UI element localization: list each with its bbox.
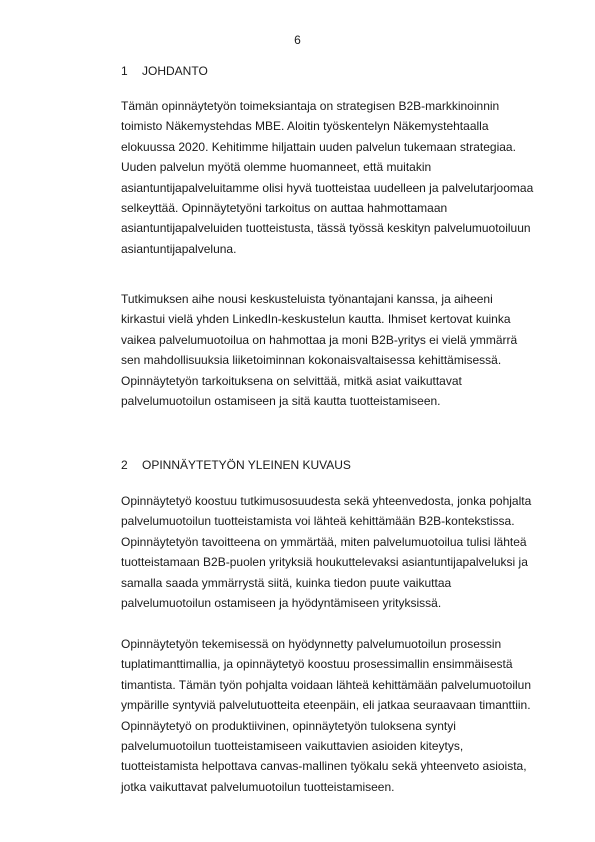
text-line: elokuussa 2020. Kehitimme hiljattain uud… <box>121 139 516 154</box>
text-line: asiantuntijapalveluna. <box>121 241 237 256</box>
text-line: toimisto Näkemystehdas MBE. Aloitin työs… <box>121 119 489 134</box>
text-line: Opinnäytetyön tekemisessä on hyödynnetty… <box>121 637 502 651</box>
text-line: palvelumuotoilun tuotteistamista voi läh… <box>121 514 515 529</box>
paragraph-2-2: Opinnäytetyön tekemisessä on hyödynnetty… <box>121 634 561 797</box>
text-line: vaikea palvelumuotoilua on hahmottaa ja … <box>121 332 518 347</box>
text-line: Opinnäytetyön tavoitteena on ymmärtää, m… <box>121 534 527 549</box>
section-heading-1: 1 JOHDANTO <box>121 64 208 78</box>
text-line: asiantuntijapalveluitamme olisi hyvä tuo… <box>121 180 534 195</box>
text-line: ympärille syntyviä palvelutuotteita etee… <box>121 698 531 713</box>
section-number: 2 <box>121 458 128 472</box>
paragraph-1-2: Tutkimuksen aihe nousi keskusteluista ty… <box>121 289 561 411</box>
text-line: Opinnäytetyön tarkoituksena on selvittää… <box>121 373 462 388</box>
text-line: tuotteistamista helpottava canvas-mallin… <box>121 759 527 774</box>
text-line: Tämän opinnäytetyön toimeksiantaja on st… <box>121 99 500 113</box>
paragraph-1-1: Tämän opinnäytetyön toimeksiantaja on st… <box>121 96 561 259</box>
text-line: jotka vaikuttavat palvelumuotoilun tuott… <box>121 779 395 794</box>
section-title: JOHDANTO <box>142 64 208 78</box>
text-line: palvelumuotoilun tuotteistamiseen vaikut… <box>121 739 464 754</box>
text-line: Uuden palvelun myötä olemme huomanneet, … <box>121 160 432 175</box>
paragraph-2-1: Opinnäytetyö koostuu tutkimusosuudesta s… <box>121 491 561 613</box>
text-line: Opinnäytetyö on produktiivinen, opinnäyt… <box>121 718 456 733</box>
text-line: timantista. Tämän työn pohjalta voidaan … <box>121 677 532 692</box>
section-number: 1 <box>121 64 128 78</box>
text-line: selkeyttää. Opinnäytetyöni tarkoitus on … <box>121 201 448 216</box>
text-line: Tutkimuksen aihe nousi keskusteluista ty… <box>121 292 493 306</box>
text-line: tuotteistamaan B2B-puolen yrityksiä houk… <box>121 555 528 570</box>
text-line: samalla saada ymmärrystä siitä, kuinka t… <box>121 575 452 590</box>
section-title: OPINNÄYTETYÖN YLEINEN KUVAUS <box>142 458 351 472</box>
page-number: 6 <box>294 33 301 47</box>
text-line: Opinnäytetyö koostuu tutkimusosuudesta s… <box>121 494 532 508</box>
text-line: palvelumuotoilun ostamiseen ja sitä kaut… <box>121 394 441 409</box>
text-line: sen mahdollisuuksia liiketoiminnan kokon… <box>121 353 502 368</box>
text-line: tuplatimanttimallia, ja opinnäytetyö koo… <box>121 657 513 672</box>
text-line: kirkastui vielä yhden LinkedIn-keskustel… <box>121 312 511 327</box>
section-heading-2: 2 OPINNÄYTETYÖN YLEINEN KUVAUS <box>121 458 351 472</box>
text-line: palvelumuotoilun ostamiseen ja hyödyntäm… <box>121 596 442 611</box>
text-line: asiantuntijapalveluiden tuotteistusta, t… <box>121 221 531 236</box>
